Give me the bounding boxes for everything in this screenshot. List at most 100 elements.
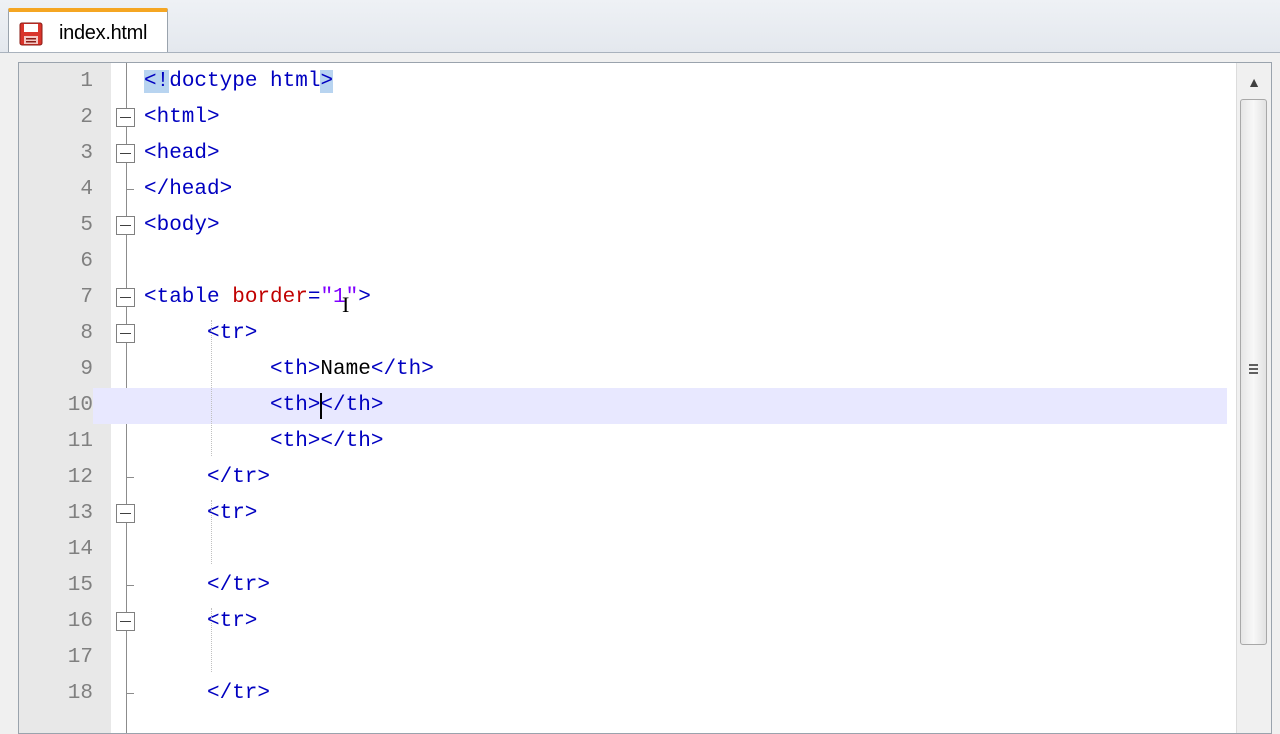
tag-token: <table xyxy=(144,286,233,309)
fold-collapse-icon[interactable] xyxy=(116,612,135,631)
tag-token: </tr> xyxy=(207,574,271,597)
fold-end-marker xyxy=(126,693,134,694)
tag-token: <tr> xyxy=(207,502,258,525)
code-line[interactable]: 4 </head> xyxy=(19,172,1227,208)
code-line[interactable]: 2 <html> xyxy=(19,100,1227,136)
code-line[interactable]: 5 <body> xyxy=(19,208,1227,244)
code-line[interactable]: 9 <th>Name</th> xyxy=(19,352,1227,388)
code-line[interactable]: 18 </tr> xyxy=(19,676,1227,712)
fold-collapse-icon[interactable] xyxy=(116,324,135,343)
ibeam-cursor-icon: I xyxy=(342,292,350,317)
line-number: 11 xyxy=(67,430,93,453)
fold-collapse-icon[interactable] xyxy=(116,504,135,523)
scrollbar-thumb[interactable] xyxy=(1240,99,1267,645)
line-number: 3 xyxy=(80,142,93,165)
tag-token: </tr> xyxy=(207,466,271,489)
tag-token: </th> xyxy=(370,358,434,381)
bracket-highlight: > xyxy=(320,70,334,93)
code-text[interactable]: <body> xyxy=(144,208,220,244)
tag-token: <tr> xyxy=(207,610,258,633)
code-line[interactable]: 8 <tr> xyxy=(19,316,1227,352)
attribute-token: border xyxy=(232,286,308,309)
line-number: 5 xyxy=(80,214,93,237)
tag-token: </th> xyxy=(320,430,384,453)
code-text[interactable]: <th></th> xyxy=(270,424,383,460)
fold-end-marker xyxy=(126,189,134,190)
code-editor[interactable]: 1 <!doctype html> 2 <html> 3 <head> 4 </head> 5 <… xyxy=(18,62,1272,734)
code-text[interactable]: <!doctype html> xyxy=(144,64,334,100)
fold-collapse-icon[interactable] xyxy=(116,108,135,127)
bracket-highlight: <! xyxy=(144,70,170,93)
code-text[interactable]: </head> xyxy=(144,172,232,208)
fold-collapse-icon[interactable] xyxy=(116,216,135,235)
code-text[interactable]: <html> xyxy=(144,100,220,136)
code-text[interactable]: <table border="1"> xyxy=(144,280,371,316)
code-text[interactable]: <tr> xyxy=(207,316,257,352)
indent-guide xyxy=(211,608,212,672)
line-number: 17 xyxy=(67,646,93,669)
code-line[interactable]: 17 xyxy=(19,640,1227,676)
line-number: 15 xyxy=(67,574,93,597)
tag-token: </head> xyxy=(144,178,233,201)
line-number: 7 xyxy=(80,286,93,309)
line-number: 8 xyxy=(80,322,93,345)
tab-bar: index.html xyxy=(0,0,1280,53)
tag-token: = xyxy=(307,286,321,309)
tag-token: <head> xyxy=(144,142,220,165)
code-line[interactable]: 6 xyxy=(19,244,1227,280)
indent-guide xyxy=(211,320,212,456)
code-text[interactable]: <tr> xyxy=(207,604,257,640)
code-line[interactable]: 12 </tr> xyxy=(19,460,1227,496)
code-line[interactable]: 15 </tr> xyxy=(19,568,1227,604)
tag-token: </th> xyxy=(320,394,384,417)
tag-token: <th> xyxy=(270,430,321,453)
fold-collapse-icon[interactable] xyxy=(116,144,135,163)
tag-token: <body> xyxy=(144,214,220,237)
line-number: 16 xyxy=(67,610,93,633)
code-text[interactable]: </tr> xyxy=(207,568,270,604)
code-line[interactable]: 11 <th></th> xyxy=(19,424,1227,460)
tag-token: doctype html xyxy=(169,70,321,93)
vertical-scrollbar[interactable]: ▲ xyxy=(1236,63,1271,733)
code-text[interactable]: <head> xyxy=(144,136,220,172)
code-line[interactable]: 3 <head> xyxy=(19,136,1227,172)
fold-end-marker xyxy=(126,477,134,478)
line-number: 13 xyxy=(67,502,93,525)
tag-token: </tr> xyxy=(207,682,271,705)
string-token: "1" xyxy=(320,286,359,309)
tag-token: <th> xyxy=(270,358,321,381)
code-text[interactable]: <th></th> xyxy=(270,388,383,424)
tag-token: <th> xyxy=(270,394,321,417)
code-line[interactable]: 13 <tr> xyxy=(19,496,1227,532)
scroll-up-arrow-icon[interactable]: ▲ xyxy=(1245,73,1263,91)
tab-index-html[interactable]: index.html xyxy=(8,8,168,52)
fold-collapse-icon[interactable] xyxy=(116,288,135,307)
code-line[interactable]: 1 <!doctype html> xyxy=(19,64,1227,100)
code-line[interactable]: 7 <table border="1"> xyxy=(19,280,1227,316)
scroll-grip-icon xyxy=(1249,364,1258,376)
line-number: 12 xyxy=(67,466,93,489)
text-token: Name xyxy=(320,358,371,381)
indent-guide xyxy=(211,500,212,564)
code-line[interactable]: 16 <tr> xyxy=(19,604,1227,640)
line-number: 6 xyxy=(80,250,93,273)
code-text[interactable]: <tr> xyxy=(207,496,257,532)
fold-end-marker xyxy=(126,585,134,586)
code-text[interactable]: <th>Name</th> xyxy=(270,352,434,388)
tag-token: <html> xyxy=(144,106,220,129)
code-text[interactable]: </tr> xyxy=(207,676,270,712)
tab-label: index.html xyxy=(59,22,148,44)
line-number: 9 xyxy=(80,358,93,381)
line-number: 10 xyxy=(19,388,93,424)
code-text[interactable]: </tr> xyxy=(207,460,270,496)
code-line[interactable]: 10 <th></th> xyxy=(19,388,1227,424)
code-line[interactable]: 14 xyxy=(19,532,1227,568)
text-caret xyxy=(320,393,323,419)
save-disk-icon xyxy=(19,22,43,46)
line-number: 14 xyxy=(67,538,93,561)
line-number: 1 xyxy=(80,70,93,93)
line-number: 18 xyxy=(67,682,93,705)
tag-token: <tr> xyxy=(207,322,258,345)
line-number: 2 xyxy=(80,106,93,129)
tag-token: > xyxy=(358,286,371,309)
